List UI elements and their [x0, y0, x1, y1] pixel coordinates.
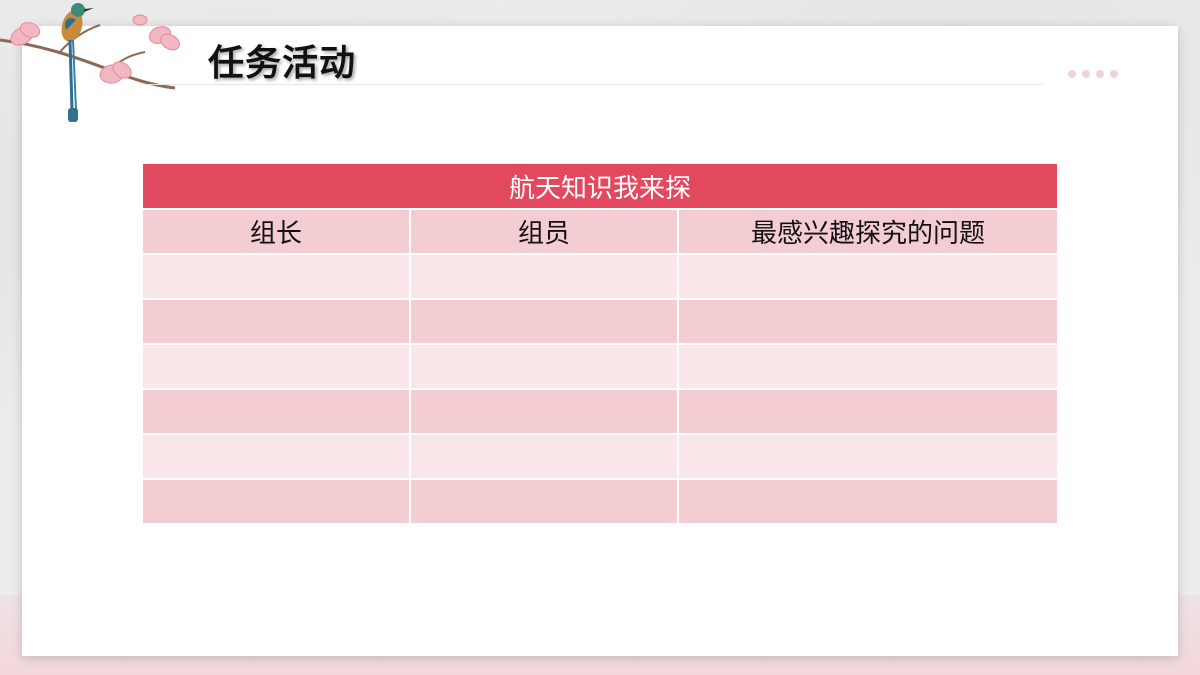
header-group-members: 组员 — [411, 210, 679, 255]
dot — [1068, 70, 1076, 78]
table-cell[interactable] — [411, 390, 679, 435]
table-row — [143, 480, 1057, 525]
table-cell[interactable] — [679, 435, 1057, 480]
bird-on-magnolia-branch-icon — [0, 3, 180, 122]
dot — [1082, 70, 1090, 78]
header-interest-question: 最感兴趣探究的问题 — [679, 210, 1057, 255]
table-cell[interactable] — [411, 255, 679, 300]
pagination-dots — [1068, 70, 1118, 78]
activity-table: 航天知识我来探 组长 组员 最感兴趣探究的问题 — [143, 164, 1057, 525]
table-cell[interactable] — [411, 435, 679, 480]
table-cell[interactable] — [411, 480, 679, 525]
table-header-row: 组长 组员 最感兴趣探究的问题 — [143, 210, 1057, 255]
table-cell[interactable] — [679, 255, 1057, 300]
table-cell[interactable] — [679, 480, 1057, 525]
table-row — [143, 390, 1057, 435]
table-title: 航天知识我来探 — [143, 164, 1057, 210]
table-row — [143, 300, 1057, 345]
table-cell[interactable] — [143, 345, 411, 390]
title-divider — [145, 84, 1043, 85]
table-cell[interactable] — [143, 300, 411, 345]
header-group-leader: 组长 — [143, 210, 411, 255]
page-title: 任务活动 — [208, 43, 357, 84]
table-cell[interactable] — [411, 345, 679, 390]
table-cell[interactable] — [143, 480, 411, 525]
table-row — [143, 435, 1057, 480]
table-cell[interactable] — [143, 390, 411, 435]
table-cell[interactable] — [679, 300, 1057, 345]
dot — [1096, 70, 1104, 78]
dot — [1110, 70, 1118, 78]
table-cell[interactable] — [679, 390, 1057, 435]
table-cell[interactable] — [679, 345, 1057, 390]
table-row — [143, 255, 1057, 300]
table-cell[interactable] — [411, 300, 679, 345]
table-cell[interactable] — [143, 435, 411, 480]
table-cell[interactable] — [143, 255, 411, 300]
table-row — [143, 345, 1057, 390]
